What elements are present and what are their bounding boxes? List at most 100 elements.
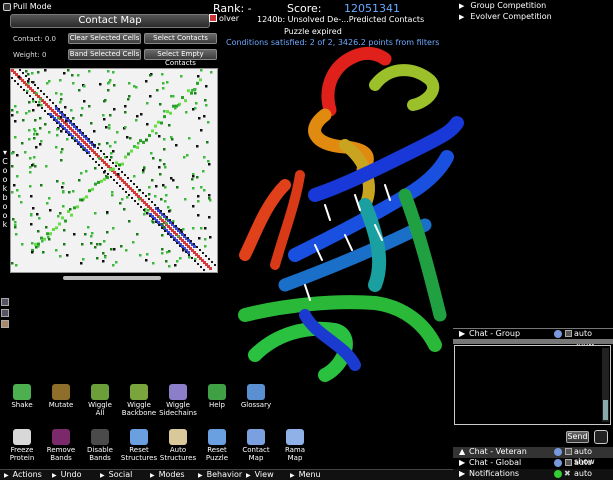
contact-cell — [101, 167, 103, 169]
wiggle-all-tool[interactable]: Wiggle All — [78, 384, 122, 426]
select-empty-contacts-button[interactable]: Select Empty Contacts — [144, 49, 217, 67]
menu-actions[interactable]: ▶ Actions — [4, 470, 42, 480]
chat-scrollbar-thumb[interactable] — [603, 400, 608, 420]
contact-cell — [71, 74, 74, 77]
contact-map-title[interactable]: Contact Map — [10, 14, 210, 28]
lock-icon[interactable] — [565, 330, 572, 337]
contact-cell — [62, 205, 65, 208]
expand-arrow-icon: ▶ — [459, 458, 466, 467]
contact-cell — [128, 194, 130, 196]
user-selector[interactable]: olver — [209, 14, 255, 25]
freeze-tool[interactable]: Freeze Protein — [0, 429, 44, 471]
contact-cell — [181, 231, 183, 233]
help-tool[interactable]: Help — [195, 384, 239, 426]
contact-cell-contact — [94, 182, 97, 186]
contact-cell — [194, 107, 197, 110]
contact-cell — [133, 175, 136, 178]
evolver-competition-item[interactable]: ▶ Evolver Competition — [453, 11, 552, 22]
contact-cell — [59, 255, 62, 258]
info-icon[interactable] — [554, 470, 562, 478]
info-icon[interactable] — [554, 448, 562, 456]
contact-cell — [109, 159, 111, 161]
chat-group-label: Chat - Group — [469, 329, 521, 338]
rama-map-tool[interactable]: Rama Map — [273, 429, 317, 471]
disable-bands-tool[interactable]: Disable Bands — [78, 429, 122, 471]
contact-cell — [61, 186, 64, 189]
menu-modes[interactable]: ▶ Modes — [150, 470, 185, 480]
expand-arrow-icon: ▶ — [459, 329, 466, 338]
chat-group-bar[interactable]: ▶ Chat - Group auto show — [453, 328, 613, 348]
menu-undo[interactable]: ▶ Undo — [52, 470, 82, 480]
contact-cell — [35, 101, 37, 103]
contact-cell — [33, 156, 36, 159]
recipe-icon[interactable] — [1, 298, 9, 306]
menu-social[interactable]: ▶ Social — [100, 470, 132, 480]
cookbook-tab[interactable]: ▾ C o o k b o o k — [0, 148, 10, 238]
contact-map-tool[interactable]: Contact Map — [234, 429, 278, 471]
contact-cell — [204, 99, 207, 102]
contact-cell — [82, 132, 84, 134]
clear-selected-cells-button[interactable]: Clear Selected Cells — [68, 33, 141, 44]
contact-cell — [142, 192, 144, 194]
wiggle-backbone-tool[interactable]: Wiggle Backbone — [117, 384, 161, 426]
contact-cell-contact — [196, 81, 199, 85]
contact-cell — [113, 248, 116, 251]
contact-cell — [102, 252, 105, 255]
band-selected-cells-button[interactable]: Band Selected Cells — [68, 49, 141, 60]
contact-cell — [163, 148, 166, 151]
contact-cell-contact — [88, 189, 91, 193]
menu-menu[interactable]: ▶ Menu — [290, 470, 321, 480]
notifications-bar[interactable]: ▶ Notifications ✖ auto show — [453, 469, 613, 480]
chat-input[interactable] — [455, 431, 563, 443]
info-icon[interactable] — [554, 459, 562, 467]
wiggle-sidechains-tool[interactable]: Wiggle Sidechains — [156, 384, 200, 426]
reset-puzzle-tool[interactable]: Reset Puzzle — [195, 429, 239, 471]
mutate-tool[interactable]: Mutate — [39, 384, 83, 426]
contact-cell — [85, 170, 88, 173]
reset-structures-tool[interactable]: Reset Structures — [117, 429, 161, 471]
strand-green-2[interactable] — [398, 188, 447, 322]
contact-map-grid[interactable] — [11, 69, 219, 277]
clock-icon[interactable] — [594, 430, 608, 444]
menu-behavior[interactable]: ▶ Behavior — [198, 470, 242, 480]
select-contacts-button[interactable]: Select Contacts — [144, 33, 217, 44]
contact-cell — [196, 246, 198, 248]
auto-structures-tool[interactable]: Auto Structures — [156, 429, 200, 471]
contact-cell — [59, 79, 62, 82]
contact-cell-contact — [130, 149, 133, 153]
contact-cell — [31, 242, 34, 245]
contact-cell — [40, 184, 43, 187]
chat-divider[interactable] — [453, 339, 613, 344]
info-icon[interactable] — [554, 330, 562, 338]
contact-map-scrollbar[interactable] — [63, 276, 161, 280]
contact-cell — [170, 236, 172, 238]
strand-blue-1[interactable] — [308, 116, 464, 202]
lock-icon[interactable] — [565, 448, 572, 455]
contact-cell — [188, 254, 190, 256]
notes-icon[interactable] — [1, 320, 9, 328]
auto-show-label[interactable]: auto show — [574, 469, 613, 480]
shake-tool[interactable]: Shake — [0, 384, 44, 426]
contact-cell — [11, 114, 14, 117]
helix-green-yellow[interactable] — [369, 64, 440, 111]
reset-puzzle-icon — [208, 429, 226, 445]
chat-global-bar[interactable]: ▶ Chat - Global auto show — [453, 458, 613, 477]
contact-cell — [125, 249, 128, 252]
lock-icon[interactable] — [565, 459, 572, 466]
send-button[interactable]: Send — [566, 431, 589, 443]
menu-view[interactable]: ▶ View — [246, 470, 274, 480]
script-icon[interactable] — [1, 309, 9, 317]
glossary-tool[interactable]: Glossary — [234, 384, 278, 426]
remove-bands-tool[interactable]: Remove Bands — [39, 429, 83, 471]
contact-cell — [204, 238, 207, 241]
contact-cell — [38, 104, 40, 106]
contact-cell-contact — [34, 242, 37, 246]
close-icon[interactable]: ✖ — [564, 469, 571, 479]
contact-cell — [136, 115, 139, 118]
contact-map-matrix[interactable] — [10, 68, 219, 277]
chat-veteran-bar[interactable]: ▲ Chat - Veteran auto show — [453, 447, 613, 466]
contact-cell — [14, 226, 17, 229]
pull-mode-toggle[interactable]: Pull Mode — [0, 0, 200, 14]
group-competition-item[interactable]: ▶ Group Competition — [453, 0, 546, 11]
protein-structure[interactable] — [225, 45, 465, 385]
